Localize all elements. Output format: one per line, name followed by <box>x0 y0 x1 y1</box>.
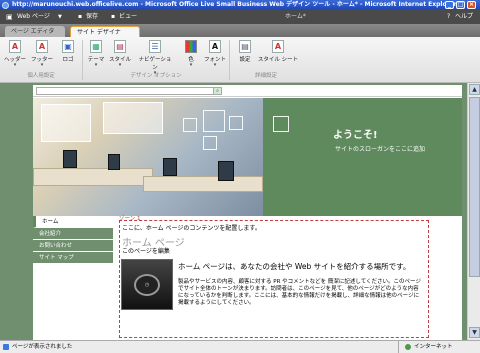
navigation-icon: ☰ <box>149 40 161 53</box>
nav-item-home[interactable]: ホーム <box>33 216 113 228</box>
tab-site-designer[interactable]: サイト デザイナ <box>70 26 140 37</box>
edit-page-link[interactable]: このページを編集 <box>122 246 170 255</box>
photo-monitor <box>218 161 234 181</box>
settings-button[interactable]: ▤ 設定 <box>234 40 256 63</box>
stylesheet-label: スタイル シート <box>257 57 299 63</box>
font-icon: A <box>209 40 221 53</box>
stylesheet-button[interactable]: A スタイル シート <box>257 40 299 63</box>
status-bar: ページが表示されました インターネット <box>0 340 480 353</box>
nav-item-sitemap[interactable]: サイト マップ <box>33 252 113 264</box>
site-welcome-title[interactable]: ようこそ! <box>333 126 378 141</box>
breadcrumb: ホーム* <box>285 13 306 20</box>
decorative-square <box>203 136 217 150</box>
internet-zone-icon <box>405 344 411 350</box>
photo-desk <box>33 168 153 186</box>
logo-label: ロゴ <box>62 57 74 63</box>
page-canvas: ⌕ ようこそ! サイトのスローガンをここに追加 ホーム 会社紹介 お問い合わせ … <box>0 83 480 340</box>
chevron-down-icon: ▼ <box>58 14 62 20</box>
web-page-menu-icon: ▣ <box>6 13 13 21</box>
navigation-label: ナビゲーション <box>138 57 172 71</box>
chevron-down-icon: ▾ <box>40 62 44 68</box>
scroll-down-icon[interactable]: ▼ <box>469 327 480 338</box>
chevron-down-icon: ▾ <box>213 62 217 68</box>
vertical-scrollbar[interactable]: ▲ ▼ <box>467 83 480 340</box>
content-body: 製品やサービスの内容、顧客に対する PR やコメントなどを 簡潔に記述してくださ… <box>178 279 421 306</box>
security-zone-label: インターネット <box>414 344 453 350</box>
settings-icon: ▤ <box>239 40 251 53</box>
view-icon: ▪ <box>111 13 116 20</box>
decorative-square <box>183 118 197 132</box>
content-zone[interactable]: ここに、ホーム ページのコンテンツを配置します。 ホーム ページ このページを編… <box>119 220 429 338</box>
logo-icon: ▣ <box>62 40 74 53</box>
logo-button[interactable]: ▣ ロゴ <box>57 40 79 63</box>
stylesheet-icon: A <box>272 40 284 53</box>
footer-icon: A <box>36 40 48 53</box>
nav-item-about[interactable]: 会社紹介 <box>33 228 113 240</box>
clock-icon: ◷ <box>134 274 160 296</box>
help-icon: ? <box>447 13 451 20</box>
group-label-advanced: 詳細設定 <box>254 73 277 79</box>
color-icon: ■ <box>185 40 197 53</box>
save-icon: ▪ <box>78 13 83 20</box>
page-done-icon <box>3 344 9 350</box>
ribbon: A ヘッダー ▾ A フッター ▾ ▣ ロゴ ▦ テーマ ▾ ▤ スタイル ▾ … <box>0 37 480 83</box>
theme-icon: ▦ <box>90 40 102 53</box>
help-link[interactable]: ヘルプ <box>455 10 473 24</box>
site-top-strip: ⌕ <box>33 85 462 97</box>
settings-label: 設定 <box>239 57 251 63</box>
photo-desk <box>143 176 263 192</box>
content-image[interactable]: ◷ <box>121 259 173 310</box>
photo-monitor <box>163 158 177 176</box>
scroll-up-icon[interactable]: ▲ <box>469 84 480 95</box>
minimize-button[interactable]: _ <box>445 1 454 9</box>
save-button[interactable]: 保存 <box>86 10 98 24</box>
nav-item-contact[interactable]: お問い合わせ <box>33 240 113 252</box>
header-button[interactable]: A ヘッダー ▾ <box>4 40 26 68</box>
tab-page-editor[interactable]: ページ エディタ <box>5 26 65 37</box>
decorative-square <box>229 116 243 130</box>
window-titlebar: http://marunouchi.web.officelive.com - M… <box>0 0 480 10</box>
banner-photo <box>33 98 263 216</box>
group-label-design-options: デザイン オプション <box>130 73 182 79</box>
decorative-square <box>203 110 225 132</box>
content-hint: ここに、ホーム ページのコンテンツを配置します。 <box>122 225 261 232</box>
chevron-down-icon: ▾ <box>94 62 98 68</box>
header-icon: A <box>9 40 21 53</box>
style-button[interactable]: ▤ スタイル ▾ <box>109 40 131 68</box>
photo-window <box>103 102 163 134</box>
photo-monitor <box>108 154 120 170</box>
font-button[interactable]: A フォント ▾ <box>204 40 226 68</box>
photo-window <box>41 104 91 142</box>
photo-monitor <box>63 150 77 168</box>
chevron-down-icon: ▾ <box>189 62 193 68</box>
scrollbar-thumb[interactable] <box>469 97 480 277</box>
content-headline: ホーム ページは、あなたの会社や Web サイトを紹介する場所です。 <box>178 262 411 271</box>
site-banner[interactable]: ようこそ! サイトのスローガンをここに追加 <box>33 98 462 216</box>
site-preview: ⌕ ようこそ! サイトのスローガンをここに追加 ホーム 会社紹介 お問い合わせ … <box>33 85 462 340</box>
chevron-down-icon: ▾ <box>13 62 17 68</box>
footer-button[interactable]: A フッター ▾ <box>31 40 53 68</box>
search-icon[interactable]: ⌕ <box>213 88 221 94</box>
group-label-personalize: 個人用設定 <box>27 73 55 79</box>
view-button[interactable]: ビュー <box>119 10 137 24</box>
menubar: ▣ Web ページ ▼ ▪ 保存 ▪ ビュー ホーム* ? ヘルプ <box>0 10 480 24</box>
maximize-button[interactable]: □ <box>456 1 465 9</box>
theme-button[interactable]: ▦ テーマ ▾ <box>85 40 107 68</box>
site-navigation: ホーム 会社紹介 お問い合わせ サイト マップ <box>33 216 113 340</box>
window-title: http://marunouchi.web.officelive.com - M… <box>12 1 457 8</box>
site-slogan[interactable]: サイトのスローガンをここに追加 <box>335 144 425 153</box>
style-icon: ▤ <box>114 40 126 53</box>
chevron-down-icon: ▾ <box>118 62 122 68</box>
decorative-square <box>273 116 289 132</box>
status-divider <box>398 341 399 353</box>
site-search-box[interactable]: ⌕ <box>36 87 222 95</box>
web-page-menu[interactable]: Web ページ <box>17 10 50 24</box>
status-text: ページが表示されました <box>12 344 73 350</box>
color-button[interactable]: ■ 色 ▾ <box>180 40 202 68</box>
close-button[interactable]: × <box>467 1 476 9</box>
ribbon-tabs: ページ エディタ サイト デザイナ <box>0 24 480 37</box>
internet-explorer-icon <box>2 2 9 9</box>
navigation-button[interactable]: ☰ ナビゲーション ▾ <box>136 40 174 76</box>
